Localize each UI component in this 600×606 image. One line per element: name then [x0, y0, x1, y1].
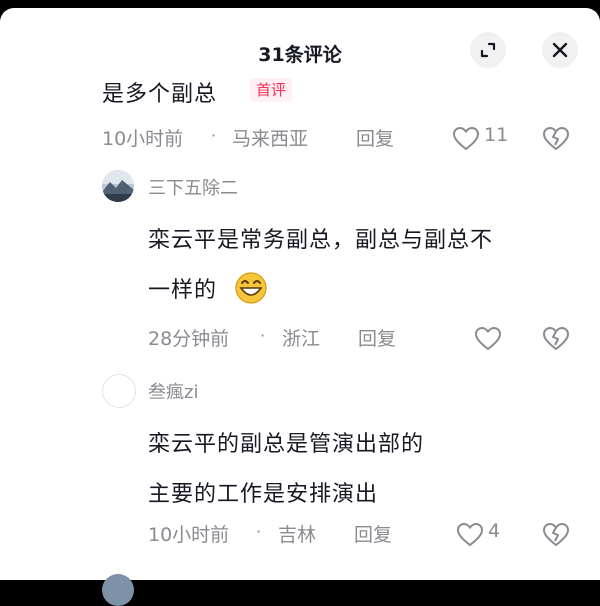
comments-sheet: 31条评论 是多个副总 首评 10小时前 · 马来西亚 回复 11 三下五除二 … — [0, 8, 600, 606]
broken-heart-icon[interactable] — [542, 326, 570, 352]
avatar[interactable] — [102, 574, 134, 606]
comment-time: 10小时前 — [102, 128, 184, 150]
comment-time: 10小时前 — [148, 524, 230, 546]
broken-heart-icon[interactable] — [542, 522, 570, 548]
heart-outline-icon[interactable] — [452, 126, 480, 152]
meta-separator: · — [256, 522, 262, 541]
meta-separator: · — [211, 126, 217, 145]
like-count: 4 — [488, 520, 501, 542]
close-button[interactable] — [542, 32, 578, 68]
comment-username[interactable]: 三下五除二 — [148, 174, 238, 200]
reply-button[interactable]: 回复 — [356, 124, 394, 151]
like-count: 11 — [484, 124, 509, 146]
heart-outline-icon[interactable] — [474, 326, 502, 352]
comment-text-line2: 一样的 — [148, 278, 218, 303]
expand-icon — [480, 42, 496, 58]
first-comment-badge: 首评 — [250, 78, 293, 102]
comment-text: 是多个副总 — [102, 82, 218, 107]
expand-button[interactable] — [470, 32, 506, 68]
comment-time: 28分钟前 — [148, 328, 230, 350]
comment-location: 马来西亚 — [232, 128, 309, 150]
comment-location: 吉林 — [278, 524, 317, 546]
reply-button[interactable]: 回复 — [354, 520, 392, 547]
avatar-landscape-image — [102, 170, 134, 202]
broken-heart-icon[interactable] — [542, 126, 570, 152]
comment-text-line1: 栾云平的副总是管演出部的 — [148, 432, 425, 457]
comments-count-title: 31条评论 — [258, 44, 342, 66]
reply-button[interactable]: 回复 — [358, 324, 396, 351]
comment-location: 浙江 — [282, 328, 321, 350]
meta-separator: · — [260, 326, 266, 345]
heart-outline-icon[interactable] — [456, 522, 484, 548]
close-icon — [552, 42, 568, 58]
avatar[interactable] — [102, 170, 134, 202]
comment-username[interactable]: 叁瘋zi — [148, 378, 198, 404]
comment-text-line1: 栾云平是常务副总，副总与副总不 — [148, 228, 494, 253]
comment-text-line2: 主要的工作是安排演出 — [148, 482, 379, 507]
grinning-emoji-icon — [235, 272, 267, 304]
avatar[interactable] — [102, 374, 136, 408]
